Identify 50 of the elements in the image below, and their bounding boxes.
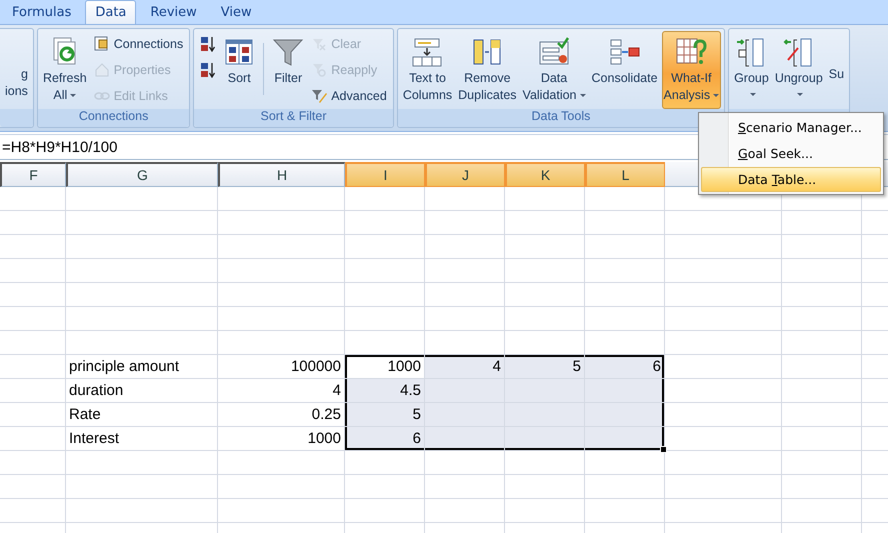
menu-item[interactable]: Data Table... (701, 167, 881, 192)
column-header[interactable]: L (585, 162, 665, 187)
ribbon-button[interactable]: Sort (221, 31, 258, 109)
ribbon-button[interactable]: Connections (90, 31, 186, 57)
column-header[interactable]: G (66, 162, 218, 187)
ribbon-button[interactable]: Ungroup (772, 31, 825, 109)
ribbon-button[interactable]: What-If Analysis (662, 31, 722, 109)
properties-icon (94, 62, 110, 78)
table-cell: 6 (345, 427, 425, 451)
text-to-columns-icon (411, 36, 444, 68)
table-cell: 5 (345, 403, 425, 427)
ribbon-button[interactable]: Refresh All (40, 31, 89, 109)
table-cell: 6 (585, 355, 665, 379)
column-header[interactable]: H (218, 162, 345, 187)
sort-descending-icon (200, 62, 216, 78)
table-cell: 1000 (345, 355, 425, 379)
group-label: Sort & Filter (194, 109, 393, 127)
ribbon-tab[interactable]: Formulas (2, 0, 82, 24)
ribbon-tab[interactable]: Review (140, 0, 207, 24)
ribbon-tab[interactable]: Data (85, 0, 136, 24)
menu-item[interactable]: Goal Seek... (701, 141, 881, 166)
group-label: Connections (38, 109, 190, 127)
table-cell: duration (66, 379, 218, 403)
ribbon-button[interactable]: Data Validation (520, 31, 588, 109)
column-header[interactable]: F (0, 162, 66, 187)
table-cell: 4 (425, 355, 505, 379)
table-cell: Rate (66, 403, 218, 427)
ribbon-button[interactable]: Advanced (308, 83, 390, 109)
column-header[interactable]: I (345, 162, 425, 187)
ribbon-button[interactable]: Filter (270, 31, 306, 109)
ribbon-button[interactable]: Group (732, 31, 771, 109)
clear-filter-icon (311, 36, 328, 52)
fill-handle[interactable] (660, 446, 667, 453)
group-label: Data Tools (398, 109, 724, 127)
formula-text: =H8*H9*H10/100 (2, 138, 118, 156)
table-cell: 4.5 (345, 379, 425, 403)
ribbon-button[interactable]: Consolidate (590, 31, 660, 109)
table-cell: Interest (66, 427, 218, 451)
table-cell: principle amount (66, 355, 218, 379)
group-label (0, 109, 33, 127)
advanced-filter-icon (311, 88, 328, 104)
sort-ascending-icon (200, 36, 216, 52)
connections-icon (94, 36, 110, 52)
column-header[interactable]: K (505, 162, 585, 187)
ribbon-tab[interactable]: View (210, 0, 262, 24)
column-header[interactable]: J (425, 162, 505, 187)
ribbon-button[interactable]: Remove Duplicates (456, 31, 519, 109)
ribbon-button[interactable]: Su (826, 31, 846, 109)
table-cell: 5 (505, 355, 585, 379)
ribbon-button[interactable]: Text to Columns (400, 31, 454, 109)
